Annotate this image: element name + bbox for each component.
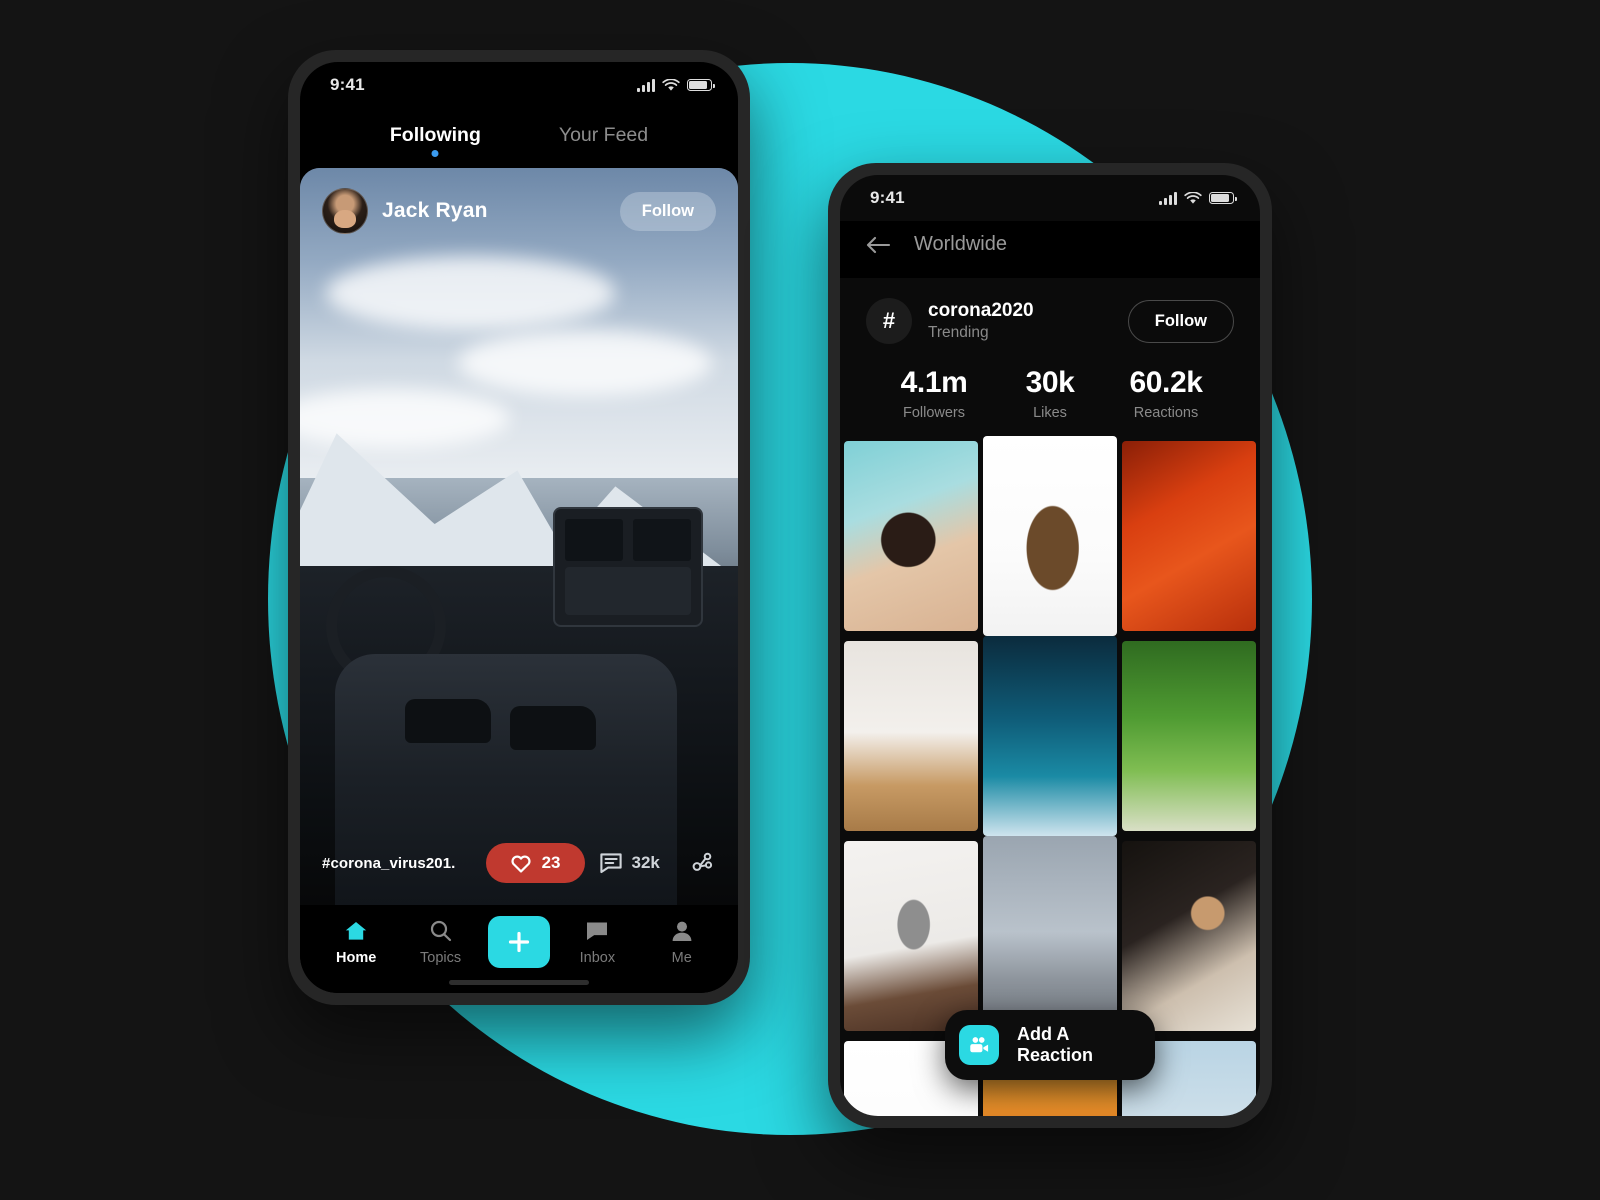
grid-photo-acai-bowl[interactable]: [844, 441, 978, 631]
status-icons: [1159, 191, 1237, 205]
tag-stats: 4.1m Followers 30k Likes 60.2k Reactions: [866, 344, 1234, 441]
stat-value: 4.1m: [900, 366, 968, 399]
phone-right: 9:41 Worldwide # corona2020 Trending Fol…: [828, 163, 1272, 1128]
canvas-background: 9:41 Following Your Feed Jack Ryan Follo…: [0, 0, 1600, 1200]
stat-value: 60.2k: [1129, 366, 1203, 399]
nav-item-home[interactable]: Home: [319, 919, 393, 966]
feed-post-card[interactable]: Jack Ryan Follow #corona_virus201. 23 32…: [300, 168, 738, 905]
status-bar-right: 9:41: [840, 175, 1260, 221]
nav-item-topics[interactable]: Topics: [404, 919, 478, 966]
home-indicator: [449, 980, 589, 985]
tag-text-group: corona2020 Trending: [928, 300, 1034, 343]
nav-item-me[interactable]: Me: [645, 919, 719, 966]
grid-photo-vintage-camera[interactable]: [844, 841, 978, 1031]
grid-photo-paris-skyline[interactable]: [983, 836, 1117, 1036]
signal-icon: [1159, 191, 1177, 205]
chat-icon: [599, 853, 622, 874]
nav-bar: Worldwide: [840, 221, 1260, 278]
tag-header: # corona2020 Trending Follow 4.1m Follow…: [840, 278, 1260, 441]
follow-button-tag[interactable]: Follow: [1127, 299, 1234, 343]
cloud-shape: [326, 256, 616, 331]
status-bar-left: 9:41: [300, 62, 738, 108]
nav-title: Worldwide: [914, 233, 1007, 255]
stat-value: 30k: [1025, 366, 1075, 399]
comment-action[interactable]: 32k: [599, 852, 660, 874]
post-actions: #corona_virus201. 23 32k: [300, 829, 738, 905]
shoe-shape: [405, 698, 492, 743]
like-button[interactable]: 23: [485, 843, 585, 883]
video-camera-icon: [959, 1025, 999, 1065]
feed-tabs: Following Your Feed: [300, 108, 738, 161]
grid-photo-red-wall[interactable]: [1122, 441, 1256, 631]
nav-label-inbox: Inbox: [579, 949, 616, 966]
chat-icon: [587, 922, 608, 940]
wifi-icon: [662, 78, 680, 91]
instrument-panel: [552, 507, 703, 628]
cloud-shape: [457, 330, 712, 397]
plus-icon: [508, 931, 530, 953]
status-time: 9:41: [330, 75, 365, 94]
arrow-left-icon[interactable]: [866, 236, 892, 254]
tag-row: # corona2020 Trending Follow: [866, 298, 1234, 344]
battery-icon: [687, 79, 715, 91]
home-icon: [345, 921, 367, 940]
stat-label: Reactions: [1133, 405, 1199, 421]
phone-right-screen: 9:41 Worldwide # corona2020 Trending Fol…: [840, 175, 1260, 1116]
nav-item-inbox[interactable]: Inbox: [560, 919, 634, 966]
grid-photo-tree-path[interactable]: [1122, 641, 1256, 831]
phone-left: 9:41 Following Your Feed Jack Ryan Follo…: [288, 50, 750, 1005]
battery-icon: [1209, 192, 1237, 204]
video-camera-glyph: [970, 1037, 989, 1053]
grid-photo-cloud-sky[interactable]: [983, 636, 1117, 836]
phone-left-screen: 9:41 Following Your Feed Jack Ryan Follo…: [300, 62, 738, 993]
add-reaction-button[interactable]: Add A Reaction: [945, 1010, 1155, 1080]
wifi-icon: [1184, 191, 1202, 204]
post-username: Jack Ryan: [382, 199, 488, 222]
stat-label: Followers: [902, 405, 966, 421]
tag-subtitle: Trending: [928, 324, 989, 342]
status-time: 9:41: [870, 188, 905, 207]
like-count: 23: [541, 853, 561, 872]
shoe-shape: [510, 706, 597, 751]
signal-icon: [637, 78, 655, 92]
stat-likes: 30k Likes: [992, 366, 1108, 421]
grid-photo-sneaker[interactable]: [983, 436, 1117, 636]
tab-following[interactable]: Following: [390, 124, 481, 155]
hashtag-icon: #: [866, 298, 912, 344]
add-reaction-label: Add A Reaction: [1017, 1024, 1094, 1065]
share-icon: [692, 852, 713, 871]
stat-followers: 4.1m Followers: [876, 366, 992, 421]
post-hashtag[interactable]: #corona_virus201.: [322, 855, 455, 872]
nav-label-topics: Topics: [420, 949, 462, 966]
create-post-button[interactable]: [487, 916, 550, 968]
follow-button-post[interactable]: Follow: [619, 191, 716, 231]
person-icon: [672, 921, 692, 941]
grid-photo-nike-box[interactable]: [844, 641, 978, 831]
avatar[interactable]: [322, 188, 368, 234]
post-header: Jack Ryan Follow: [300, 168, 738, 254]
stat-reactions: 60.2k Reactions: [1108, 366, 1224, 421]
grid-photo-coffee-flatlay[interactable]: [1122, 841, 1256, 1031]
comment-count: 32k: [631, 853, 660, 872]
nav-label-home: Home: [336, 949, 377, 966]
nav-label-me: Me: [671, 949, 692, 966]
search-icon: [430, 920, 451, 941]
heart-icon: [511, 855, 531, 873]
stat-label: Likes: [1033, 405, 1067, 421]
tab-your-feed[interactable]: Your Feed: [559, 124, 648, 155]
tag-name: corona2020: [928, 299, 1034, 321]
status-icons: [637, 78, 715, 92]
share-action[interactable]: [690, 851, 716, 875]
